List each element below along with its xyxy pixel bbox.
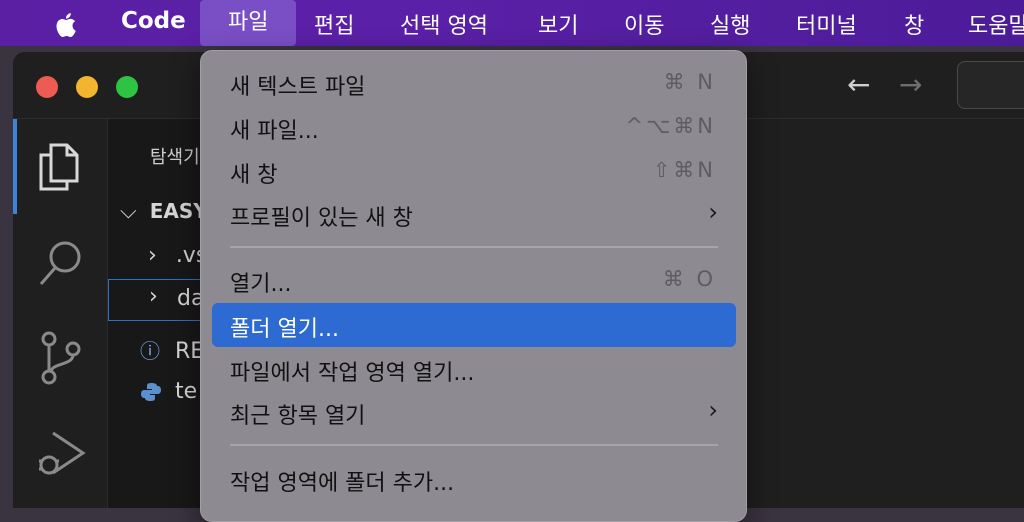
shortcut-label: ⌘ N: [663, 70, 716, 94]
menu-item-open[interactable]: 열기... ⌘ O: [212, 258, 736, 302]
search-icon[interactable]: [37, 237, 85, 289]
menu-item-label: 작업 영역에 폴더 추가...: [230, 471, 455, 496]
menu-selection[interactable]: 선택 영역: [400, 8, 488, 40]
menu-window[interactable]: 창: [904, 8, 924, 40]
back-arrow-icon[interactable]: ←: [847, 68, 870, 101]
shortcut-label: ^⌥⌘N: [625, 114, 716, 138]
python-file-icon: [140, 379, 169, 404]
menu-item-open-recent[interactable]: 최근 항목 열기 ›: [212, 390, 736, 434]
chevron-right-icon: ›: [148, 243, 157, 268]
menu-item-new-window-with-profile[interactable]: 프로필이 있는 새 창 ›: [212, 192, 736, 236]
close-window-button[interactable]: [36, 76, 58, 98]
source-control-icon[interactable]: [39, 331, 83, 385]
chevron-right-icon: ›: [149, 284, 158, 309]
explorer-files-icon[interactable]: [37, 141, 83, 193]
menu-item-label: 새 파일...: [230, 119, 319, 144]
menu-separator: [230, 246, 718, 248]
macos-menu-bar: Code 파일 편집 선택 영역 보기 이동 실행 터미널 창 도움말: [0, 0, 1024, 46]
menu-separator: [230, 444, 718, 446]
menu-item-label: 새 창: [230, 163, 278, 188]
chevron-down-icon: ⌵: [120, 199, 137, 224]
workspace-name: EASY: [149, 199, 208, 223]
shortcut-label: ⇧⌘N: [652, 158, 716, 182]
info-icon: ⓘ: [140, 339, 160, 363]
shortcut-label: ⌘ O: [662, 267, 716, 291]
forward-arrow-icon[interactable]: →: [899, 68, 922, 101]
menu-item-label: 최근 항목 열기: [230, 404, 366, 429]
file-menu-dropdown: 새 텍스트 파일 ⌘ N 새 파일... ^⌥⌘N 새 창 ⇧⌘N 프로필이 있…: [200, 50, 747, 522]
menu-item-new-text-file[interactable]: 새 텍스트 파일 ⌘ N: [212, 61, 736, 105]
menu-file[interactable]: 파일: [200, 0, 297, 46]
explorer-title: 탐색기: [150, 147, 200, 168]
menu-run[interactable]: 실행: [710, 8, 750, 40]
menu-item-open-folder[interactable]: 폴더 열기...: [212, 303, 736, 347]
menu-item-label: 폴더 열기...: [230, 317, 339, 342]
menu-item-new-window[interactable]: 새 창 ⇧⌘N: [212, 149, 736, 193]
menu-item-new-file[interactable]: 새 파일... ^⌥⌘N: [212, 105, 736, 149]
menu-view[interactable]: 보기: [538, 8, 578, 40]
minimize-window-button[interactable]: [76, 76, 98, 98]
activity-bar: [13, 119, 108, 508]
menu-item-label: 파일에서 작업 영역 열기...: [230, 361, 475, 386]
menu-edit[interactable]: 편집: [314, 8, 354, 40]
zoom-window-button[interactable]: [116, 76, 138, 98]
menu-help[interactable]: 도움말: [968, 8, 1024, 40]
menu-item-label: 열기...: [230, 272, 292, 297]
command-center-search[interactable]: [957, 61, 1024, 109]
menu-go[interactable]: 이동: [624, 8, 664, 40]
active-view-indicator: [13, 119, 17, 214]
submenu-chevron-icon: ›: [708, 198, 718, 226]
menu-item-open-workspace-from-file[interactable]: 파일에서 작업 영역 열기...: [212, 347, 736, 391]
apple-logo-icon[interactable]: [52, 10, 82, 40]
submenu-chevron-icon: ›: [708, 396, 718, 424]
menu-item-add-folder-to-workspace[interactable]: 작업 영역에 폴더 추가...: [212, 457, 736, 501]
tree-item-file[interactable]: te: [140, 379, 197, 404]
run-debug-icon[interactable]: [37, 429, 87, 479]
tree-item-folder[interactable]: › .vs: [148, 243, 207, 268]
tree-item-label: te: [175, 379, 198, 404]
menu-item-label: 프로필이 있는 새 창: [230, 206, 413, 231]
menu-terminal[interactable]: 터미널: [796, 8, 857, 40]
workspace-header[interactable]: ⌵ EASY: [120, 199, 208, 224]
tree-item-file[interactable]: ⓘ RE: [140, 335, 204, 364]
app-name[interactable]: Code: [121, 8, 186, 34]
menu-item-label: 새 텍스트 파일: [230, 75, 366, 100]
